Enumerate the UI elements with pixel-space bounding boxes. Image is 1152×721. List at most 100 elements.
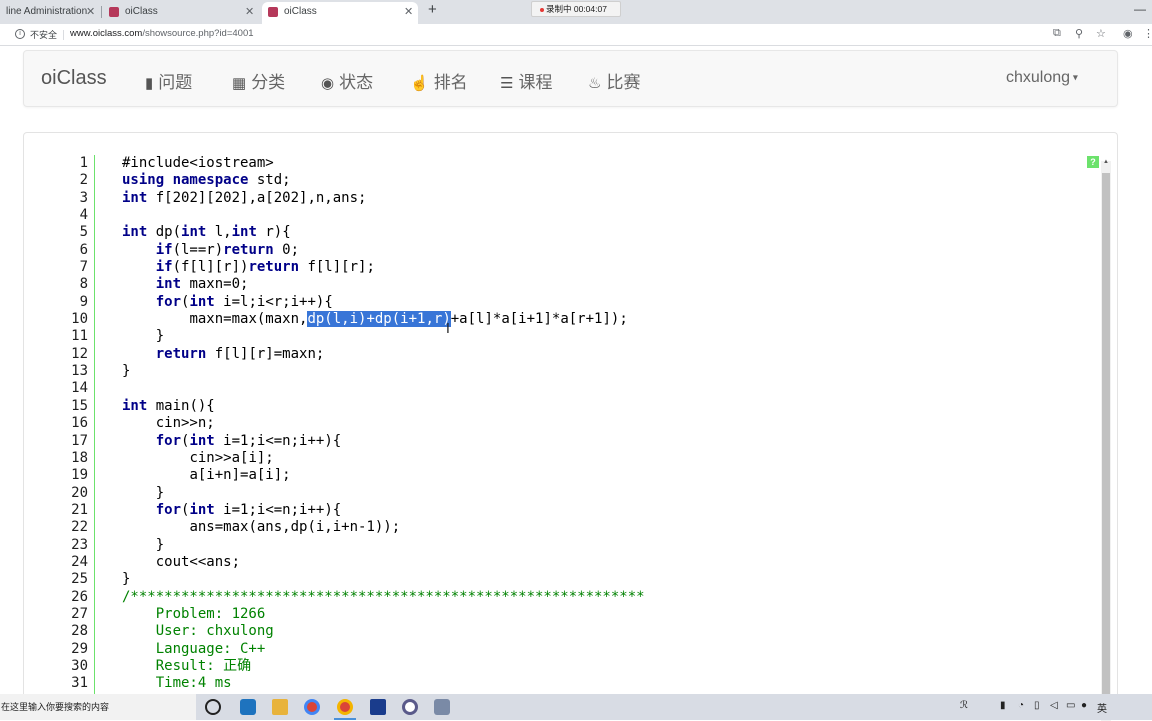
- recorder-icon[interactable]: [402, 699, 418, 715]
- text-cursor-icon: I: [446, 322, 450, 337]
- record-dot-icon: [540, 7, 544, 12]
- file-explorer-icon[interactable]: [272, 699, 288, 715]
- oiclass-favicon-icon: [109, 7, 119, 17]
- code-line: 11 }: [54, 328, 1104, 345]
- tab-title: oiClass: [284, 6, 317, 17]
- nav-item-label: 问题: [158, 73, 193, 92]
- nav-item-categories[interactable]: ▦ 分类: [232, 68, 285, 93]
- people-icon[interactable]: ℛ: [960, 700, 968, 711]
- code-text: 0;: [273, 241, 300, 258]
- code-line: 1 #include<iostream>: [54, 155, 1104, 172]
- code-keyword: int: [189, 293, 215, 310]
- line-number: 26: [71, 588, 88, 605]
- code-block[interactable]: 1 #include<iostream> 2 using namespace std…: [54, 155, 1104, 693]
- nav-item-status[interactable]: ◉ 状态: [321, 68, 373, 93]
- line-number: 9: [79, 293, 88, 310]
- info-icon[interactable]: i: [15, 29, 25, 39]
- extension-icon[interactable]: ◉: [1123, 27, 1133, 40]
- cortana-icon[interactable]: [205, 699, 221, 715]
- code-keyword: int: [189, 432, 215, 449]
- code-text: cin>>n;: [155, 415, 215, 432]
- url-field[interactable]: www.oiclass.com/showsource.php?id=4001: [70, 28, 254, 39]
- tab-administration[interactable]: line Administration ✕: [0, 2, 100, 24]
- menu-icon[interactable]: ⋮: [1143, 27, 1152, 40]
- code-text: cout<<ans;: [155, 553, 241, 570]
- grid-icon: ▦: [232, 75, 247, 92]
- zoom-icon[interactable]: ⚲: [1075, 27, 1083, 40]
- code-line: 25}: [54, 571, 1104, 588]
- code-line: 31 Time:4 ms: [54, 675, 1104, 692]
- taskbar-search-input[interactable]: 在这里输入你要搜索的内容: [0, 694, 196, 720]
- code-comment: Result: 正确: [155, 657, 252, 674]
- network-icon[interactable]: ▭: [1066, 700, 1075, 711]
- code-line: 8 int maxn=0;: [54, 276, 1104, 293]
- battery-icon[interactable]: ▯: [1034, 700, 1040, 711]
- wechat-icon[interactable]: ●: [1081, 700, 1087, 711]
- minimize-icon[interactable]: —: [1134, 2, 1146, 16]
- nav-item-courses[interactable]: ☰ 课程: [500, 68, 552, 93]
- line-number: 22: [71, 519, 88, 536]
- list-icon: ☰: [500, 75, 514, 92]
- code-comment: Language: C++: [155, 640, 266, 657]
- line-number: 4: [79, 207, 88, 224]
- code-line: 22 ans=max(ans,dp(i,i+n-1));: [54, 519, 1104, 536]
- text-selection: dp(l,i)+dp(i+1,r): [307, 311, 451, 328]
- code-line: 10 maxn=max(maxn,dp(l,i)+dp(i+1,r)+a[l]*…: [54, 311, 1104, 328]
- code-line: 4: [54, 207, 1104, 224]
- line-number: 25: [71, 571, 88, 588]
- nav-item-contests[interactable]: ♨ 比赛: [588, 68, 640, 93]
- volume-icon[interactable]: ◁: [1050, 700, 1058, 711]
- paint-icon[interactable]: [434, 699, 450, 715]
- code-keyword: if: [155, 241, 173, 258]
- code-comment: Problem: 1266: [155, 605, 266, 622]
- line-number: 7: [79, 259, 88, 276]
- code-comment: Time:4 ms: [155, 675, 232, 692]
- close-icon[interactable]: ✕: [86, 2, 95, 22]
- line-number: 29: [71, 640, 88, 657]
- address-bar: i 不安全 www.oiclass.com/showsource.php?id=…: [0, 24, 1152, 46]
- line-number: 19: [71, 467, 88, 484]
- security-label[interactable]: 不安全: [30, 28, 57, 41]
- oiclass-favicon-icon: [268, 7, 278, 17]
- wifi-icon[interactable]: ◔: [1018, 700, 1024, 711]
- tab-oiclass-1[interactable]: oiClass ✕: [103, 2, 258, 24]
- code-line: 2 using namespace std;: [54, 172, 1104, 189]
- close-icon[interactable]: ✕: [245, 2, 254, 22]
- chrome-active-icon[interactable]: [337, 699, 353, 715]
- code-line: 26 /*************************************…: [54, 589, 1104, 606]
- microphone-icon[interactable]: ▮: [1000, 700, 1006, 711]
- code-text: a[i+n]=a[i];: [189, 467, 291, 484]
- translate-icon[interactable]: ⧉: [1053, 27, 1061, 40]
- code-keyword: int: [181, 224, 207, 241]
- close-icon[interactable]: ✕: [404, 2, 413, 22]
- chrome-icon[interactable]: [304, 699, 320, 715]
- code-text: #include<iostream>: [122, 155, 274, 171]
- line-number: 11: [71, 328, 88, 345]
- code-line: 24 cout<<ans;: [54, 554, 1104, 571]
- new-tab-icon[interactable]: +: [428, 1, 437, 18]
- code-comment: User: chxulong: [155, 623, 274, 640]
- code-text: dp(: [147, 224, 182, 241]
- line-number: 8: [79, 276, 88, 293]
- site-brand[interactable]: oiClass: [41, 67, 107, 90]
- line-number: 20: [71, 484, 88, 501]
- tab-oiclass-active[interactable]: oiClass ✕: [262, 2, 418, 24]
- line-number: 1: [79, 155, 88, 171]
- code-keyword: using namespace: [122, 172, 249, 189]
- code-text: l,: [206, 224, 232, 241]
- fire-icon: ♨: [588, 75, 602, 92]
- tab-title: oiClass: [125, 6, 158, 17]
- line-number: 21: [71, 501, 88, 518]
- nav-item-ranking[interactable]: ☝ 排名: [410, 68, 468, 93]
- ime-indicator[interactable]: 英: [1097, 700, 1107, 715]
- nav-item-label: 课程: [518, 73, 553, 92]
- edge-icon[interactable]: [240, 699, 256, 715]
- code-line: 13}: [54, 363, 1104, 380]
- code-keyword: int: [155, 276, 182, 293]
- code-line: 20 }: [54, 485, 1104, 502]
- nav-item-problems[interactable]: ▮ 问题: [145, 68, 192, 93]
- code-line: 27 Problem: 1266: [54, 606, 1104, 623]
- user-menu[interactable]: chxulong ▾: [1006, 69, 1078, 87]
- app-window-icon[interactable]: [370, 699, 386, 715]
- bookmark-star-icon[interactable]: ☆: [1096, 27, 1106, 40]
